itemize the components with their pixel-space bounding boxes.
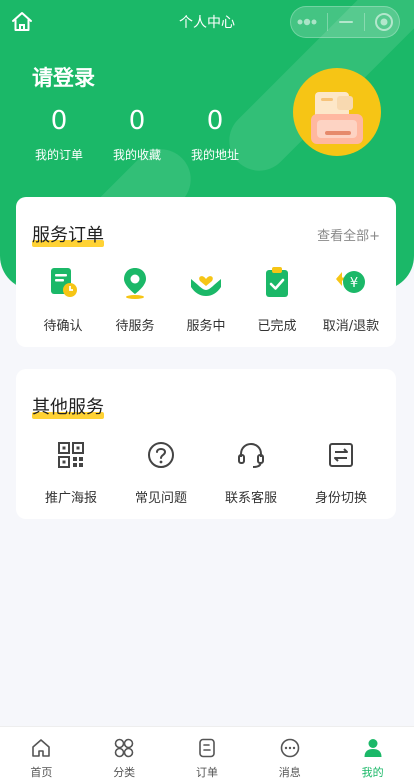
item-label: 推广海报 xyxy=(44,491,97,506)
item-label: 身份切换 xyxy=(314,491,367,506)
service-faq[interactable]: 常见问题 xyxy=(118,437,204,506)
item-label: 待服务 xyxy=(115,319,155,334)
tab-orders[interactable]: 订单 xyxy=(166,727,249,780)
avatar-illustration-icon xyxy=(311,92,363,144)
stat-value: 0 xyxy=(206,106,224,136)
grid-icon xyxy=(114,738,134,758)
order-status-awaiting-service[interactable]: 待服务 xyxy=(104,265,166,334)
more-dots-icon[interactable] xyxy=(296,18,318,26)
tab-label: 订单 xyxy=(195,766,218,779)
tab-label: 消息 xyxy=(278,766,301,779)
section-title: 服务订单 xyxy=(32,225,104,247)
hands-heart-icon xyxy=(191,276,221,296)
tab-home[interactable]: 首页 xyxy=(0,727,83,780)
service-promo-poster[interactable]: 推广海报 xyxy=(28,437,114,506)
stat-my-addresses[interactable]: 0 我的地址 xyxy=(176,104,254,163)
item-label: 联系客服 xyxy=(224,491,277,506)
item-label: 服务中 xyxy=(186,319,226,334)
location-pin-icon xyxy=(124,268,146,299)
avatar[interactable] xyxy=(293,68,381,156)
tab-categories[interactable]: 分类 xyxy=(83,727,166,780)
order-status-refund[interactable]: ¥ 取消/退款 xyxy=(316,265,386,334)
service-switch-identity[interactable]: 身份切换 xyxy=(298,437,384,506)
home-icon xyxy=(32,739,51,757)
other-services-card: 其他服务 推广海报 常见问题 联系客服 身份切换 xyxy=(16,369,396,519)
bottom-tab-bar: 首页 分类 订单 消息 我的 xyxy=(0,726,414,780)
order-status-pending-confirm[interactable]: 待确认 xyxy=(32,265,94,334)
close-target-icon[interactable] xyxy=(374,12,394,32)
service-orders-card: 服务订单 查看全部+ 待确认 待服务 服务中 已完成 ¥ 取消/退款 xyxy=(16,197,396,347)
refund-yen-icon: ¥ xyxy=(336,271,365,293)
tab-messages[interactable]: 消息 xyxy=(248,727,331,780)
stat-label: 我的收藏 xyxy=(112,148,161,162)
tab-label: 分类 xyxy=(113,766,136,779)
capsule-divider xyxy=(363,13,365,31)
stat-label: 我的地址 xyxy=(190,148,239,162)
item-label: 待确认 xyxy=(43,319,83,334)
headset-icon xyxy=(238,442,264,468)
message-icon xyxy=(280,738,300,758)
see-all-link[interactable]: 查看全部+ xyxy=(317,225,380,244)
question-circle-icon xyxy=(148,442,174,468)
login-link[interactable]: 请登录 xyxy=(32,62,95,92)
tab-label: 我的 xyxy=(361,766,384,779)
section-title: 其他服务 xyxy=(32,397,104,419)
stat-my-orders[interactable]: 0 我的订单 xyxy=(20,104,98,163)
user-icon xyxy=(364,739,382,757)
switch-icon xyxy=(329,443,353,467)
clipboard-check-icon xyxy=(266,267,288,297)
item-label: 已完成 xyxy=(257,319,297,334)
stat-value: 0 xyxy=(50,106,68,136)
svg-text:¥: ¥ xyxy=(350,276,358,291)
service-contact-support[interactable]: 联系客服 xyxy=(208,437,294,506)
tab-label: 首页 xyxy=(30,766,53,779)
order-status-completed[interactable]: 已完成 xyxy=(246,265,308,334)
item-label: 常见问题 xyxy=(134,491,187,506)
item-label: 取消/退款 xyxy=(322,319,380,334)
tab-mine[interactable]: 我的 xyxy=(331,727,414,780)
stat-value: 0 xyxy=(128,106,146,136)
order-icon xyxy=(199,738,215,758)
pending-confirm-icon xyxy=(51,268,77,297)
stat-label: 我的订单 xyxy=(34,148,83,162)
minimize-icon[interactable] xyxy=(338,20,354,24)
order-status-in-service[interactable]: 服务中 xyxy=(175,265,237,334)
capsule-divider xyxy=(327,13,329,31)
qr-code-icon xyxy=(58,442,84,468)
user-stats: 0 我的订单 0 我的收藏 0 我的地址 xyxy=(20,104,254,163)
mini-program-capsule xyxy=(290,6,400,38)
nav-bar: 个人中心 xyxy=(0,0,414,44)
stat-my-favorites[interactable]: 0 我的收藏 xyxy=(98,104,176,163)
